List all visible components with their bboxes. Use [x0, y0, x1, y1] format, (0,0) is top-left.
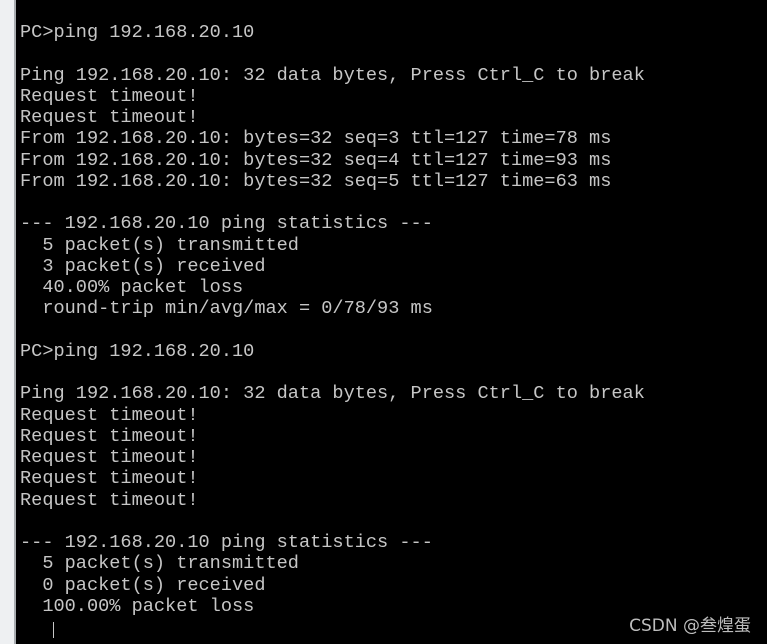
- terminal-line: Request timeout!: [20, 404, 199, 426]
- text-cursor: [53, 622, 54, 639]
- terminal-line: PC>ping 192.168.20.10: [20, 22, 255, 43]
- terminal-line: Request timeout!: [20, 468, 199, 490]
- terminal-line: From 192.168.20.10: bytes=32 seq=5 ttl=1…: [20, 170, 612, 192]
- terminal-output[interactable]: PC>ping 192.168.20.10 Ping 192.168.20.10:…: [20, 22, 767, 644]
- terminal-line: Request timeout!: [20, 489, 199, 511]
- terminal-line: Ping 192.168.20.10: 32 data bytes, Press…: [20, 383, 645, 405]
- window-left-border: [0, 0, 16, 644]
- terminal-line: --- 192.168.20.10 ping statistics ---: [20, 532, 433, 553]
- terminal-line: PC>ping 192.168.20.10: [20, 340, 255, 362]
- terminal-line: 5 packet(s) transmitted: [20, 553, 299, 575]
- terminal-line: From 192.168.20.10: bytes=32 seq=4 ttl=1…: [20, 149, 612, 171]
- terminal-line: Ping 192.168.20.10: 32 data bytes, Press…: [20, 64, 645, 86]
- terminal-line: Request timeout!: [20, 85, 199, 107]
- terminal-line: 40.00% packet loss: [20, 277, 244, 298]
- terminal-line: Request timeout!: [20, 425, 199, 447]
- terminal-line: Request timeout!: [20, 447, 199, 468]
- terminal-line: 0 packet(s) received: [20, 574, 266, 596]
- terminal-line: 5 packet(s) transmitted: [20, 234, 299, 256]
- terminal-line: round-trip min/avg/max = 0/78/93 ms: [20, 298, 433, 320]
- terminal-line: 3 packet(s) received: [20, 255, 266, 277]
- terminal-line: Request timeout!: [20, 107, 199, 128]
- terminal-line: From 192.168.20.10: bytes=32 seq=3 ttl=1…: [20, 128, 612, 150]
- terminal-line: --- 192.168.20.10 ping statistics ---: [20, 213, 433, 235]
- watermark: CSDN @叁煌蛋: [629, 616, 751, 636]
